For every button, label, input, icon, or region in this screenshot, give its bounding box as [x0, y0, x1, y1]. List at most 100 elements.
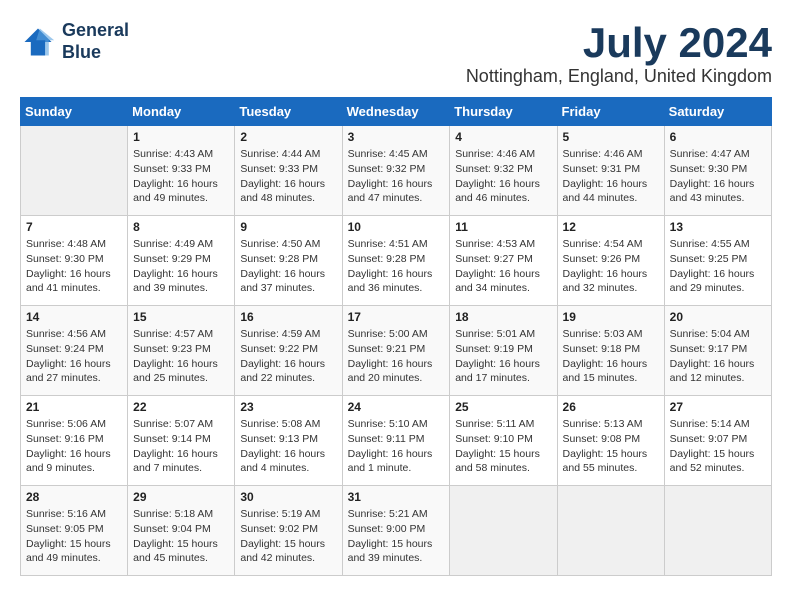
- logo-icon: [20, 24, 56, 60]
- calendar-cell: 3 Sunrise: 4:45 AM Sunset: 9:32 PM Daylig…: [342, 126, 450, 216]
- day-number: 13: [670, 220, 766, 234]
- day-info: Sunrise: 4:50 AM Sunset: 9:28 PM Dayligh…: [240, 237, 336, 296]
- calendar-cell: [557, 486, 664, 576]
- day-number: 8: [133, 220, 229, 234]
- day-number: 2: [240, 130, 336, 144]
- day-info: Sunrise: 4:44 AM Sunset: 9:33 PM Dayligh…: [240, 147, 336, 206]
- calendar-cell: 18 Sunrise: 5:01 AM Sunset: 9:19 PM Dayli…: [450, 306, 557, 396]
- day-info: Sunrise: 4:59 AM Sunset: 9:22 PM Dayligh…: [240, 327, 336, 386]
- day-info: Sunrise: 5:13 AM Sunset: 9:08 PM Dayligh…: [563, 417, 659, 476]
- day-info: Sunrise: 5:21 AM Sunset: 9:00 PM Dayligh…: [348, 507, 445, 566]
- day-number: 18: [455, 310, 551, 324]
- calendar-cell: 11 Sunrise: 4:53 AM Sunset: 9:27 PM Dayli…: [450, 216, 557, 306]
- header-day-thursday: Thursday: [450, 98, 557, 126]
- day-info: Sunrise: 4:46 AM Sunset: 9:31 PM Dayligh…: [563, 147, 659, 206]
- day-number: 4: [455, 130, 551, 144]
- day-number: 27: [670, 400, 766, 414]
- week-row-4: 21Sunrise: 5:06 AM Sunset: 9:16 PM Dayli…: [21, 396, 772, 486]
- title-block: July 2024 Nottingham, England, United Ki…: [466, 20, 772, 87]
- day-number: 6: [670, 130, 766, 144]
- calendar-cell: 24 Sunrise: 5:10 AM Sunset: 9:11 PM Dayli…: [342, 396, 450, 486]
- day-info: Sunrise: 5:06 AM Sunset: 9:16 PM Dayligh…: [26, 417, 122, 476]
- day-info: Sunrise: 4:49 AM Sunset: 9:29 PM Dayligh…: [133, 237, 229, 296]
- calendar-cell: 8 Sunrise: 4:49 AM Sunset: 9:29 PM Daylig…: [128, 216, 235, 306]
- day-info: Sunrise: 5:04 AM Sunset: 9:17 PM Dayligh…: [670, 327, 766, 386]
- day-number: 14: [26, 310, 122, 324]
- week-row-2: 7Sunrise: 4:48 AM Sunset: 9:30 PM Daylig…: [21, 216, 772, 306]
- calendar-cell: 14 Sunrise: 4:56 AM Sunset: 9:24 PM Dayli…: [21, 306, 128, 396]
- day-info: Sunrise: 4:47 AM Sunset: 9:30 PM Dayligh…: [670, 147, 766, 206]
- day-number: 9: [240, 220, 336, 234]
- calendar-cell: 22Sunrise: 5:07 AM Sunset: 9:14 PM Dayli…: [128, 396, 235, 486]
- calendar-cell: 4 Sunrise: 4:46 AM Sunset: 9:32 PM Daylig…: [450, 126, 557, 216]
- calendar-cell: 13 Sunrise: 4:55 AM Sunset: 9:25 PM Dayli…: [664, 216, 771, 306]
- day-number: 16: [240, 310, 336, 324]
- day-info: Sunrise: 4:55 AM Sunset: 9:25 PM Dayligh…: [670, 237, 766, 296]
- day-info: Sunrise: 4:54 AM Sunset: 9:26 PM Dayligh…: [563, 237, 659, 296]
- day-number: 24: [348, 400, 445, 414]
- week-row-3: 14 Sunrise: 4:56 AM Sunset: 9:24 PM Dayli…: [21, 306, 772, 396]
- day-number: 20: [670, 310, 766, 324]
- calendar-cell: 17 Sunrise: 5:00 AM Sunset: 9:21 PM Dayli…: [342, 306, 450, 396]
- calendar-table: SundayMondayTuesdayWednesdayThursdayFrid…: [20, 97, 772, 576]
- calendar-cell: 28Sunrise: 5:16 AM Sunset: 9:05 PM Dayli…: [21, 486, 128, 576]
- day-number: 5: [563, 130, 659, 144]
- calendar-cell: 12 Sunrise: 4:54 AM Sunset: 9:26 PM Dayli…: [557, 216, 664, 306]
- calendar-cell: 5 Sunrise: 4:46 AM Sunset: 9:31 PM Daylig…: [557, 126, 664, 216]
- day-number: 19: [563, 310, 659, 324]
- day-info: Sunrise: 4:45 AM Sunset: 9:32 PM Dayligh…: [348, 147, 445, 206]
- header-day-sunday: Sunday: [21, 98, 128, 126]
- header-day-wednesday: Wednesday: [342, 98, 450, 126]
- month-year: July 2024: [466, 20, 772, 66]
- day-info: Sunrise: 5:07 AM Sunset: 9:14 PM Dayligh…: [133, 417, 229, 476]
- calendar-cell: 1 Sunrise: 4:43 AM Sunset: 9:33 PM Daylig…: [128, 126, 235, 216]
- day-info: Sunrise: 5:14 AM Sunset: 9:07 PM Dayligh…: [670, 417, 766, 476]
- day-info: Sunrise: 5:01 AM Sunset: 9:19 PM Dayligh…: [455, 327, 551, 386]
- header-row: SundayMondayTuesdayWednesdayThursdayFrid…: [21, 98, 772, 126]
- week-row-1: 1 Sunrise: 4:43 AM Sunset: 9:33 PM Daylig…: [21, 126, 772, 216]
- day-info: Sunrise: 4:51 AM Sunset: 9:28 PM Dayligh…: [348, 237, 445, 296]
- day-number: 25: [455, 400, 551, 414]
- day-number: 26: [563, 400, 659, 414]
- calendar-cell: 10 Sunrise: 4:51 AM Sunset: 9:28 PM Dayli…: [342, 216, 450, 306]
- day-number: 1: [133, 130, 229, 144]
- calendar-cell: 16 Sunrise: 4:59 AM Sunset: 9:22 PM Dayli…: [235, 306, 342, 396]
- calendar-cell: 29Sunrise: 5:18 AM Sunset: 9:04 PM Dayli…: [128, 486, 235, 576]
- calendar-cell: 7Sunrise: 4:48 AM Sunset: 9:30 PM Daylig…: [21, 216, 128, 306]
- day-number: 3: [348, 130, 445, 144]
- day-number: 31: [348, 490, 445, 504]
- header-day-friday: Friday: [557, 98, 664, 126]
- header-day-saturday: Saturday: [664, 98, 771, 126]
- day-number: 10: [348, 220, 445, 234]
- calendar-cell: 27 Sunrise: 5:14 AM Sunset: 9:07 PM Dayli…: [664, 396, 771, 486]
- day-number: 15: [133, 310, 229, 324]
- location: Nottingham, England, United Kingdom: [466, 66, 772, 87]
- day-info: Sunrise: 4:46 AM Sunset: 9:32 PM Dayligh…: [455, 147, 551, 206]
- calendar-cell: 30 Sunrise: 5:19 AM Sunset: 9:02 PM Dayli…: [235, 486, 342, 576]
- day-info: Sunrise: 5:16 AM Sunset: 9:05 PM Dayligh…: [26, 507, 122, 566]
- calendar-cell: 21Sunrise: 5:06 AM Sunset: 9:16 PM Dayli…: [21, 396, 128, 486]
- day-info: Sunrise: 4:43 AM Sunset: 9:33 PM Dayligh…: [133, 147, 229, 206]
- day-number: 17: [348, 310, 445, 324]
- header: General Blue July 2024 Nottingham, Engla…: [20, 20, 772, 87]
- week-row-5: 28Sunrise: 5:16 AM Sunset: 9:05 PM Dayli…: [21, 486, 772, 576]
- day-info: Sunrise: 5:19 AM Sunset: 9:02 PM Dayligh…: [240, 507, 336, 566]
- day-info: Sunrise: 5:10 AM Sunset: 9:11 PM Dayligh…: [348, 417, 445, 476]
- logo: General Blue: [20, 20, 129, 63]
- calendar-cell: [664, 486, 771, 576]
- calendar-cell: 31 Sunrise: 5:21 AM Sunset: 9:00 PM Dayli…: [342, 486, 450, 576]
- day-info: Sunrise: 5:00 AM Sunset: 9:21 PM Dayligh…: [348, 327, 445, 386]
- calendar-cell: [21, 126, 128, 216]
- day-info: Sunrise: 4:56 AM Sunset: 9:24 PM Dayligh…: [26, 327, 122, 386]
- calendar-cell: 23Sunrise: 5:08 AM Sunset: 9:13 PM Dayli…: [235, 396, 342, 486]
- calendar-cell: 26 Sunrise: 5:13 AM Sunset: 9:08 PM Dayli…: [557, 396, 664, 486]
- logo-text: General Blue: [62, 20, 129, 63]
- day-number: 30: [240, 490, 336, 504]
- day-number: 11: [455, 220, 551, 234]
- day-info: Sunrise: 4:48 AM Sunset: 9:30 PM Dayligh…: [26, 237, 122, 296]
- calendar-cell: 25 Sunrise: 5:11 AM Sunset: 9:10 PM Dayli…: [450, 396, 557, 486]
- day-info: Sunrise: 4:53 AM Sunset: 9:27 PM Dayligh…: [455, 237, 551, 296]
- day-number: 12: [563, 220, 659, 234]
- calendar-cell: 2 Sunrise: 4:44 AM Sunset: 9:33 PM Daylig…: [235, 126, 342, 216]
- day-info: Sunrise: 5:11 AM Sunset: 9:10 PM Dayligh…: [455, 417, 551, 476]
